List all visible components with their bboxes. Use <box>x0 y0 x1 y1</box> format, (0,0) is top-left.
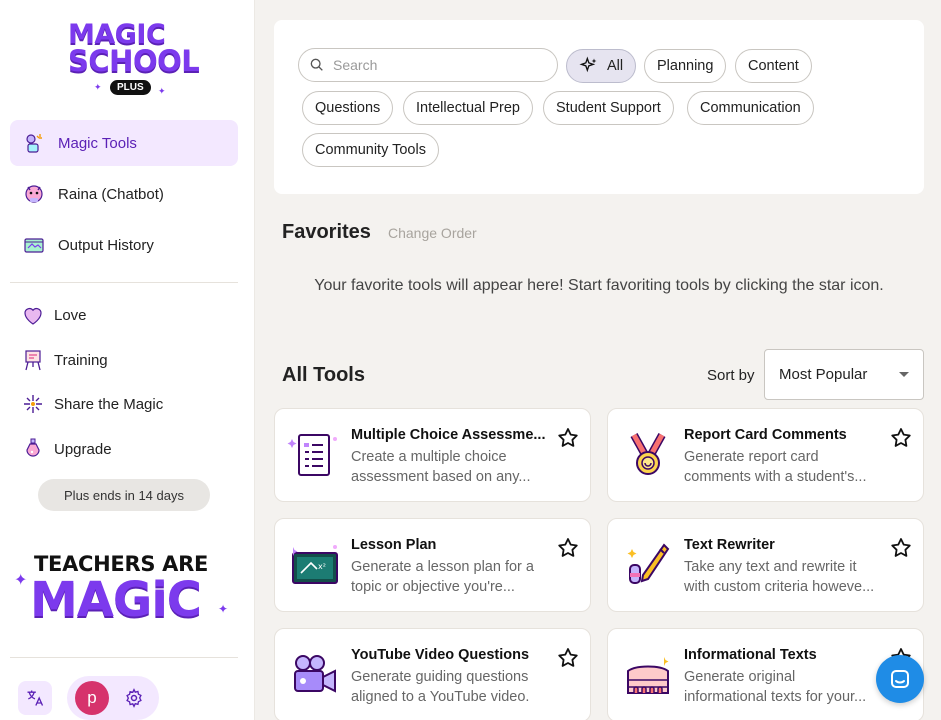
sort-value: Most Popular <box>779 366 868 383</box>
tool-card[interactable]: Multiple Choice Assessme... Create a mul… <box>274 408 591 502</box>
tool-card[interactable]: Text Rewriter Take any text and rewrite … <box>607 518 924 612</box>
star-icon[interactable] <box>889 536 913 560</box>
nav-upgrade[interactable]: Upgrade <box>20 434 112 464</box>
nav-love[interactable]: Love <box>20 300 87 330</box>
logo-line2: SCHOOL <box>68 44 200 78</box>
chip-label: All <box>607 58 624 74</box>
nav-raina-chatbot[interactable]: Raina (Chatbot) <box>10 171 238 217</box>
chip-questions[interactable]: Questions <box>302 91 394 125</box>
magic-tools-icon <box>22 131 46 155</box>
change-order-link[interactable]: Change Order <box>388 225 477 241</box>
search-icon <box>310 58 323 71</box>
raina-chatbot-icon <box>22 182 46 206</box>
teachers-are-magic-banner: TEACHERS ARE MAGiC ✦ ✦ <box>14 550 234 634</box>
chip-student-support[interactable]: Student Support <box>543 91 674 125</box>
favorites-heading: Favorites <box>282 221 371 243</box>
chip-community-tools[interactable]: Community Tools <box>302 133 439 167</box>
tool-card[interactable]: x² Lesson Plan Generate a lesson plan fo… <box>274 518 591 612</box>
nav-training[interactable]: Training <box>20 345 108 375</box>
star-icon[interactable] <box>556 646 580 670</box>
tool-name: Report Card Comments <box>684 427 847 443</box>
chat-bubble-icon <box>891 670 909 688</box>
chip-communication[interactable]: Communication <box>687 91 814 125</box>
sparkle-wand-icon <box>20 391 46 417</box>
tool-description: Generate guiding questions aligned to a … <box>351 669 530 705</box>
tool-description: Take any text and rewrite it with custom… <box>684 559 875 595</box>
tool-description: Generate report card comments with a stu… <box>684 449 867 485</box>
sparkles-icon <box>579 56 599 76</box>
nav-label: Share the Magic <box>54 395 164 413</box>
sidebar-footer: p <box>18 676 159 720</box>
chip-planning[interactable]: Planning <box>644 49 727 83</box>
quiz-sheet-icon <box>287 427 343 483</box>
nav-label: Raina (Chatbot) <box>58 185 164 203</box>
nav-label: Training <box>54 351 108 369</box>
tool-name: Lesson Plan <box>351 537 437 553</box>
tool-description: Generate a lesson plan for a topic or ob… <box>351 559 534 595</box>
sort-label: Sort by <box>707 367 755 384</box>
tool-name: YouTube Video Questions <box>351 647 530 663</box>
nav-label: Output History <box>58 236 154 254</box>
tool-description: Generate original informational texts fo… <box>684 669 867 705</box>
easel-icon <box>20 347 46 373</box>
banner-line2: MAGiC <box>30 572 202 628</box>
nav-magic-tools[interactable]: Magic Tools <box>10 120 238 166</box>
translate-button[interactable] <box>18 681 52 715</box>
potion-icon <box>20 436 46 462</box>
gear-icon[interactable] <box>124 688 144 708</box>
favorites-empty-message: Your favorite tools will appear here! St… <box>314 277 884 294</box>
all-tools-heading: All Tools <box>282 364 365 386</box>
profile-menu[interactable]: p <box>67 676 159 720</box>
star-icon[interactable] <box>556 426 580 450</box>
translate-icon <box>27 690 44 706</box>
sparkle-icon: ✦ <box>158 86 166 96</box>
sidebar-divider <box>10 282 238 283</box>
pencil-eraser-icon <box>620 537 676 593</box>
plus-badge: PLUS <box>110 80 151 95</box>
nav-label: Love <box>54 306 87 324</box>
sidebar: MAGIC SCHOOL PLUS ✦ ✦ Magic Tools Raina … <box>0 0 255 720</box>
tool-name: Multiple Choice Assessme... <box>351 427 546 443</box>
chip-content[interactable]: Content <box>735 49 812 83</box>
magicschool-logo[interactable]: MAGIC SCHOOL PLUS ✦ ✦ <box>68 21 200 102</box>
tool-description: Create a multiple choice assessment base… <box>351 449 531 485</box>
chat-support-button[interactable] <box>876 655 924 703</box>
sparkle-icon: ✦ <box>94 82 102 92</box>
output-history-icon <box>22 233 46 257</box>
nav-label: Upgrade <box>54 440 112 458</box>
medal-icon <box>620 427 676 483</box>
avatar[interactable]: p <box>75 681 109 715</box>
tool-card[interactable]: YouTube Video Questions Generate guiding… <box>274 628 591 720</box>
svg-text:x²: x² <box>318 562 326 571</box>
chip-all[interactable]: All <box>566 49 637 83</box>
search-box[interactable] <box>298 48 558 82</box>
tool-name: Text Rewriter <box>684 537 775 553</box>
video-camera-icon <box>287 647 343 703</box>
search-input[interactable] <box>333 57 543 73</box>
chip-intellectual-prep[interactable]: Intellectual Prep <box>403 91 533 125</box>
sparkle-icon: ✦ <box>14 572 28 589</box>
heart-icon <box>20 302 46 328</box>
star-icon[interactable] <box>889 426 913 450</box>
nav-label: Magic Tools <box>58 134 137 152</box>
filter-panel: All Planning Content Questions Intellect… <box>274 20 924 194</box>
sort-dropdown[interactable]: Most Popular <box>764 349 924 400</box>
nav-share-the-magic[interactable]: Share the Magic <box>20 389 163 419</box>
chevron-down-icon <box>899 372 909 377</box>
sidebar-divider <box>10 657 238 658</box>
tool-name: Informational Texts <box>684 647 817 663</box>
chalkboard-icon: x² <box>287 537 343 593</box>
tool-card[interactable]: Report Card Comments Generate report car… <box>607 408 924 502</box>
colosseum-icon <box>620 647 676 703</box>
star-icon[interactable] <box>556 536 580 560</box>
sparkle-icon: ✦ <box>218 602 229 616</box>
plus-status-badge[interactable]: Plus ends in 14 days <box>38 479 210 511</box>
nav-output-history[interactable]: Output History <box>10 222 238 268</box>
